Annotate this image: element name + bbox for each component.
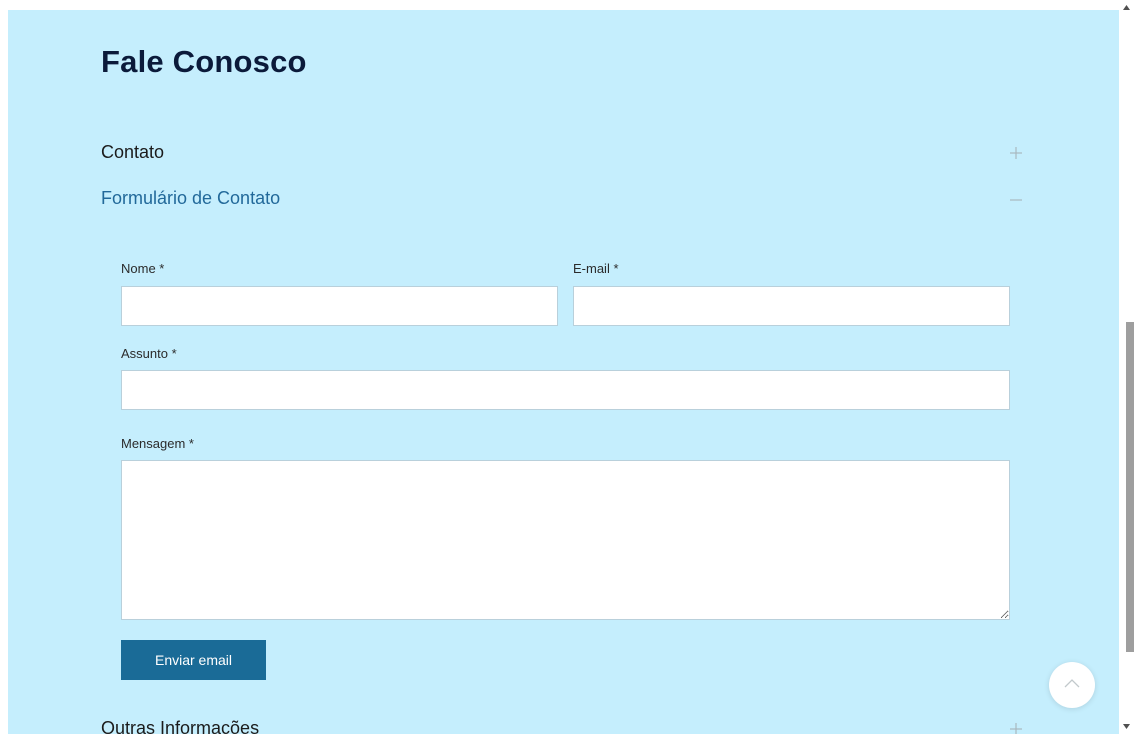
page-viewport: Fale Conosco Contato Formulário de Conta…	[8, 10, 1119, 734]
accordion-header-outras[interactable]: Outras Informações	[101, 715, 1031, 734]
page-title: Fale Conosco	[101, 44, 307, 79]
scroll-down-arrow-icon[interactable]	[1121, 720, 1132, 732]
accordion-label-outras: Outras Informações	[101, 718, 260, 734]
accordion-label-contato: Contato	[101, 142, 165, 162]
email-input[interactable]	[573, 286, 1010, 326]
chevron-up-icon	[1064, 679, 1080, 688]
email-label: E-mail *	[573, 261, 619, 276]
accordion-label-formulario: Formulário de Contato	[101, 188, 281, 208]
vertical-scrollbar[interactable]	[1119, 0, 1134, 734]
send-email-button[interactable]: Enviar email	[121, 640, 266, 680]
subject-label: Assunto *	[121, 346, 177, 361]
back-to-top-button[interactable]	[1049, 662, 1095, 708]
plus-icon[interactable]	[1001, 139, 1031, 169]
accordion-header-formulario[interactable]: Formulário de Contato	[101, 185, 1031, 215]
subject-input[interactable]	[121, 370, 1010, 410]
scroll-up-arrow-icon[interactable]	[1121, 2, 1132, 14]
scrollbar-thumb[interactable]	[1126, 322, 1134, 652]
accordion-header-contato[interactable]: Contato	[101, 139, 1031, 169]
name-label: Nome *	[121, 261, 165, 276]
plus-icon[interactable]	[1001, 715, 1031, 734]
minus-icon[interactable]	[1001, 185, 1031, 215]
message-label: Mensagem *	[121, 436, 194, 451]
message-textarea[interactable]	[121, 460, 1010, 620]
name-input[interactable]	[121, 286, 558, 326]
